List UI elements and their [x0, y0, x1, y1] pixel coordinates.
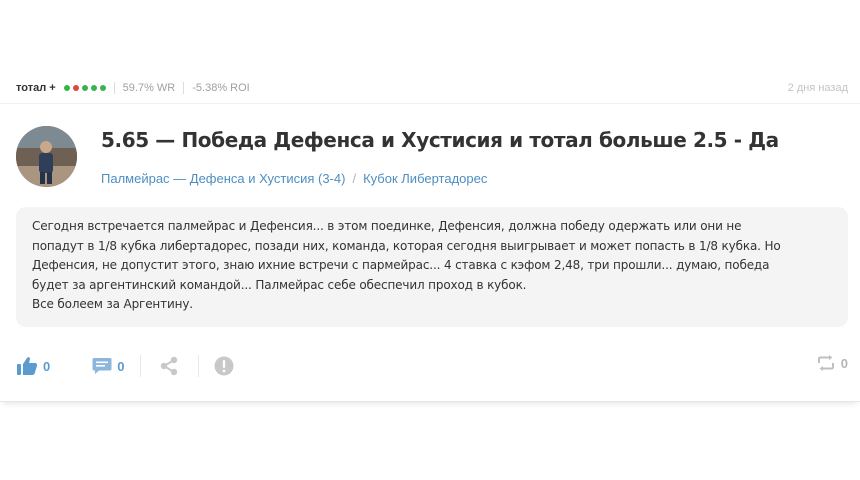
repost-count: 0	[840, 355, 848, 371]
form-dots	[63, 84, 106, 91]
description-line: Все болеем за Аргентину.	[32, 297, 193, 311]
divider	[198, 355, 200, 377]
tournament-link[interactable]: Кубок Либертадорес	[363, 171, 487, 186]
author-bar: тотал + 59.7% WR -5.38% ROI 2 дня назад	[0, 72, 860, 104]
breadcrumb-separator: /	[352, 171, 357, 186]
repost-icon	[817, 355, 834, 371]
avatar[interactable]	[16, 126, 77, 187]
thumbs-up-icon	[17, 357, 38, 375]
posted-time: 2 дня назад	[787, 82, 848, 94]
description-line: будет за аргентинский командой... Палмей…	[32, 277, 527, 292]
share-icon	[161, 356, 178, 376]
warning-icon	[214, 356, 234, 376]
comment-icon	[92, 358, 112, 374]
description-line: Дефенсия, не допустит этого, знаю ихние …	[32, 258, 770, 272]
description-line: Сегодня встречается палмейрас и Дефенсия…	[32, 219, 742, 233]
report-button[interactable]	[214, 356, 234, 376]
comment-count: 0	[117, 358, 125, 374]
winrate-stat: 59.7% WR	[122, 81, 176, 94]
like-count: 0	[43, 358, 51, 374]
roi-stat: -5.38% ROI	[192, 81, 250, 94]
like-button[interactable]: 0	[16, 356, 50, 376]
action-bar: 0 0 0	[0, 352, 860, 380]
author-name[interactable]: тотал +	[16, 82, 56, 94]
match-link[interactable]: Палмейрас — Дефенса и Хустисия (3-4)	[101, 171, 345, 186]
divider	[113, 81, 115, 94]
tip-card: тотал + 59.7% WR -5.38% ROI 2 дня назад …	[0, 72, 860, 402]
tip-title[interactable]: 5.65 — Победа Дефенса и Хустисия и тотал…	[101, 128, 779, 152]
form-dot	[99, 84, 106, 91]
tip-description: Сегодня встречается палмейрас и Дефенсия…	[16, 207, 848, 327]
share-button[interactable]	[159, 356, 179, 376]
form-dot	[81, 84, 88, 91]
comment-button[interactable]: 0	[92, 357, 124, 375]
form-dot	[90, 84, 97, 91]
avatar-photo	[16, 126, 77, 187]
form-dot	[63, 84, 70, 91]
form-dot	[72, 84, 79, 91]
divider	[140, 355, 142, 377]
repost-button[interactable]: 0	[817, 355, 848, 371]
divider	[183, 81, 185, 94]
breadcrumb: Палмейрас — Дефенса и Хустисия (3-4) / К…	[101, 171, 487, 186]
description-line: попадут в 1/8 кубка либертадорес, позади…	[32, 238, 781, 253]
